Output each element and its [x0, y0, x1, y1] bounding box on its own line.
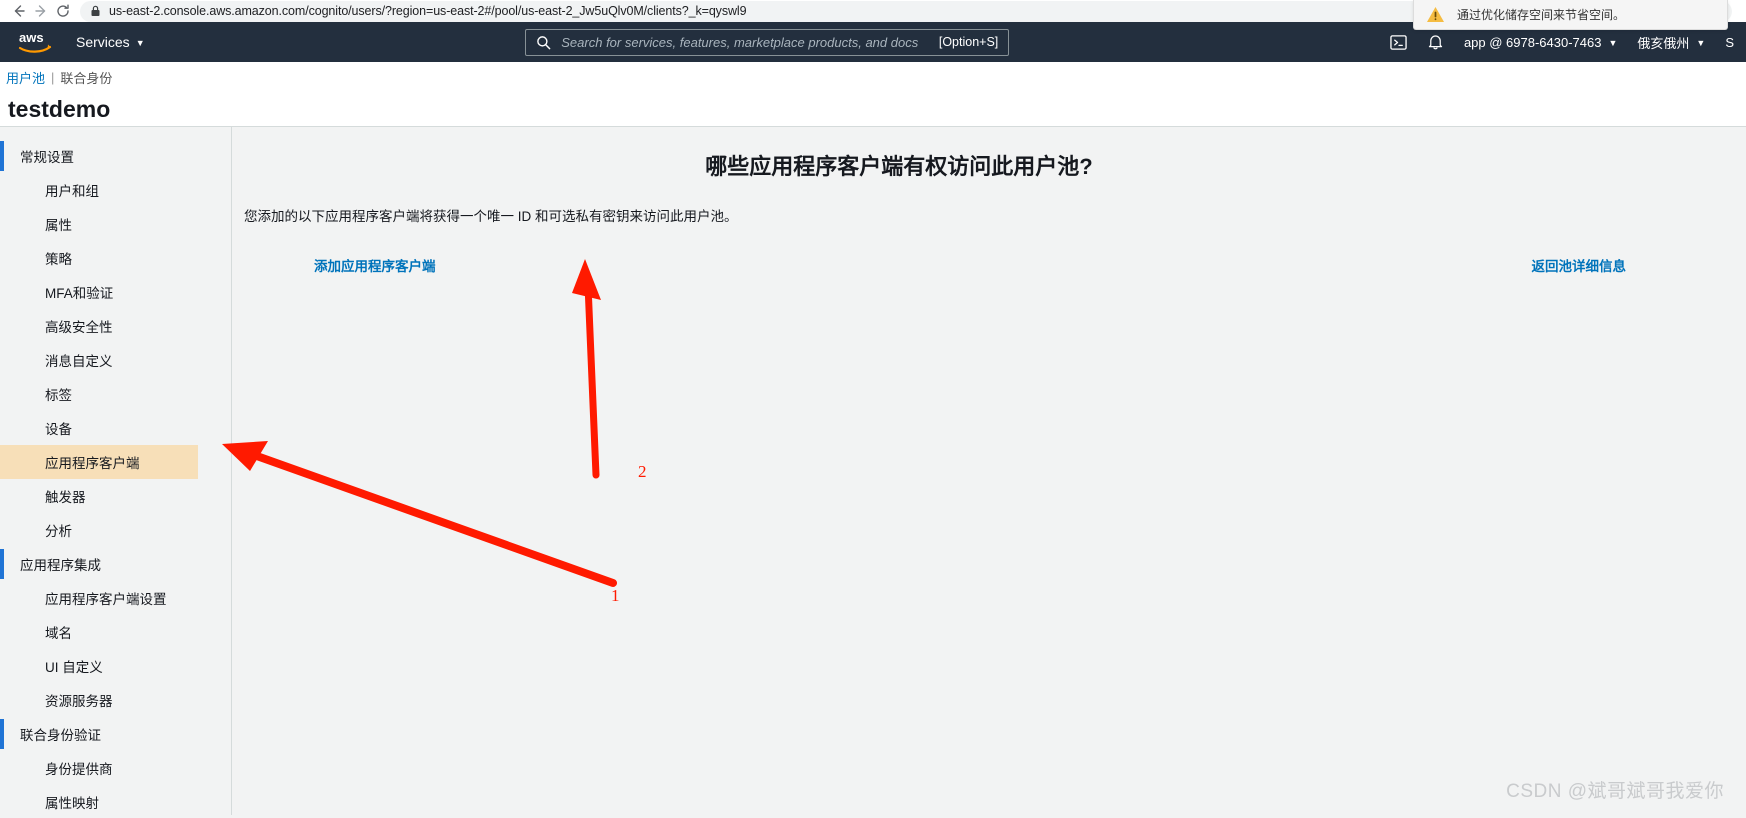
sidebar-item-label: 消息自定义 [45, 354, 113, 369]
warning-triangle-icon [1426, 6, 1445, 23]
sidebar-item-app-client-settings[interactable]: 应用程序客户端设置 [0, 581, 198, 615]
sidebar-item-users-and-groups[interactable]: 用户和组 [0, 173, 198, 207]
sidebar-item-label: 策略 [45, 252, 72, 267]
reload-icon[interactable] [52, 0, 74, 22]
sidebar-item-app-clients[interactable]: 应用程序客户端 [0, 445, 198, 479]
content-heading: 哪些应用程序客户端有权访问此用户池? [232, 149, 1746, 181]
sidebar-item-policies[interactable]: 策略 [0, 241, 198, 275]
sidebar-item-devices[interactable]: 设备 [0, 411, 198, 445]
chevron-down-icon: ▼ [1608, 38, 1617, 48]
sidebar-item-label: 用户和组 [45, 184, 99, 199]
sidebar-item-label: 高级安全性 [45, 320, 113, 335]
support-label: S [1725, 35, 1734, 50]
content-description: 您添加的以下应用程序客户端将获得一个唯一 ID 和可选私有密钥来访问此用户池。 [232, 205, 1746, 225]
lock-icon [90, 5, 101, 17]
sidebar-item-tags[interactable]: 标签 [0, 377, 198, 411]
search-icon [536, 35, 551, 50]
sidebar-item-attributes[interactable]: 属性 [0, 207, 198, 241]
sidebar-item-label: 设备 [45, 422, 72, 437]
sidebar-item-mfa-verifications[interactable]: MFA和验证 [0, 275, 198, 309]
sidebar-group-general-settings: 常规设置 [0, 139, 231, 173]
sidebar-item-label: 域名 [45, 626, 72, 641]
services-label: Services [76, 34, 130, 50]
sidebar-group-label: 联合身份验证 [20, 728, 101, 743]
browser-notification-toast[interactable]: 通过优化储存空间来节省空间。 [1413, 0, 1728, 30]
account-label: app @ 6978-6430-7463 [1464, 35, 1602, 50]
sidebar-item-advanced-security[interactable]: 高级安全性 [0, 309, 198, 343]
sidebar-item-label: 属性 [45, 218, 72, 233]
back-icon[interactable] [8, 0, 30, 22]
arrow-left-icon [11, 3, 27, 19]
region-label: 俄亥俄州 [1637, 33, 1689, 52]
url-text: us-east-2.console.aws.amazon.com/cognito… [109, 4, 746, 18]
actions-row: 添加应用程序客户端 返回池详细信息 [232, 255, 1746, 275]
bell-icon[interactable] [1427, 33, 1444, 51]
chevron-down-icon: ▼ [1696, 38, 1705, 48]
sidebar-item-label: UI 自定义 [45, 660, 103, 675]
account-menu[interactable]: app @ 6978-6430-7463 ▼ [1464, 35, 1617, 50]
sidebar-item-label: 身份提供商 [45, 762, 113, 777]
sidebar-group-federation: 联合身份验证 [0, 717, 231, 751]
sidebar-item-triggers[interactable]: 触发器 [0, 479, 198, 513]
app-body: 常规设置 用户和组 属性 策略 MFA和验证 高级安全性 消息自定义 标签 设备… [0, 127, 1746, 815]
cloudshell-icon[interactable] [1390, 34, 1407, 51]
reload-icon [55, 3, 71, 19]
global-search-box[interactable]: Search for services, features, marketpla… [525, 29, 1009, 56]
nav-right-group: app @ 6978-6430-7463 ▼ 俄亥俄州 ▼ S [1390, 33, 1734, 52]
svg-text:aws: aws [19, 30, 44, 45]
sidebar-item-label: 分析 [45, 524, 72, 539]
sidebar-item-domain-name[interactable]: 域名 [0, 615, 198, 649]
sidebar-item-label: 标签 [45, 388, 72, 403]
search-input[interactable]: Search for services, features, marketpla… [561, 35, 939, 50]
sidebar-group-label: 常规设置 [20, 150, 74, 165]
sidebar-item-label: 属性映射 [45, 796, 99, 811]
search-container: Search for services, features, marketpla… [145, 29, 1390, 56]
breadcrumb-separator: | [51, 70, 54, 85]
sidebar-group-app-integration: 应用程序集成 [0, 547, 231, 581]
toast-message: 通过优化储存空间来节省空间。 [1457, 6, 1625, 23]
sidebar-item-identity-providers[interactable]: 身份提供商 [0, 751, 198, 785]
search-shortcut-hint: [Option+S] [939, 35, 998, 49]
return-to-pool-details-link[interactable]: 返回池详细信息 [1532, 255, 1627, 275]
breadcrumb-federated-identities[interactable]: 联合身份 [60, 68, 112, 87]
sidebar-item-resource-servers[interactable]: 资源服务器 [0, 683, 198, 717]
main-content: 哪些应用程序客户端有权访问此用户池? 您添加的以下应用程序客户端将获得一个唯一 … [232, 127, 1746, 815]
support-menu[interactable]: S [1725, 35, 1734, 50]
sidebar-item-label: 触发器 [45, 490, 86, 505]
aws-logo[interactable]: aws [16, 29, 54, 55]
chevron-down-icon: ▼ [136, 38, 145, 48]
services-menu-button[interactable]: Services ▼ [76, 34, 145, 50]
sidebar-item-attribute-mapping[interactable]: 属性映射 [0, 785, 198, 818]
sidebar-item-label: MFA和验证 [45, 286, 113, 301]
sidebar-group-label: 应用程序集成 [20, 558, 101, 573]
watermark: CSDN @斌哥斌哥我爱你 [1506, 776, 1724, 803]
sidebar-item-label: 应用程序客户端 [45, 456, 140, 471]
sidebar-navigation: 常规设置 用户和组 属性 策略 MFA和验证 高级安全性 消息自定义 标签 设备… [0, 127, 232, 815]
page-title-bar: testdemo [0, 92, 1746, 127]
sidebar-item-label: 资源服务器 [45, 694, 113, 709]
browser-toolbar: us-east-2.console.aws.amazon.com/cognito… [0, 0, 1746, 22]
page-title: testdemo [8, 96, 110, 123]
sidebar-item-message-customizations[interactable]: 消息自定义 [0, 343, 198, 377]
arrow-right-icon [33, 3, 49, 19]
forward-icon[interactable] [30, 0, 52, 22]
sidebar-item-analytics[interactable]: 分析 [0, 513, 198, 547]
sidebar-item-label: 应用程序客户端设置 [45, 592, 167, 607]
breadcrumb-user-pools[interactable]: 用户池 [6, 68, 45, 87]
add-app-client-link[interactable]: 添加应用程序客户端 [314, 255, 436, 275]
region-menu[interactable]: 俄亥俄州 ▼ [1637, 33, 1705, 52]
breadcrumb: 用户池 | 联合身份 [0, 62, 1746, 92]
sidebar-item-ui-customization[interactable]: UI 自定义 [0, 649, 198, 683]
